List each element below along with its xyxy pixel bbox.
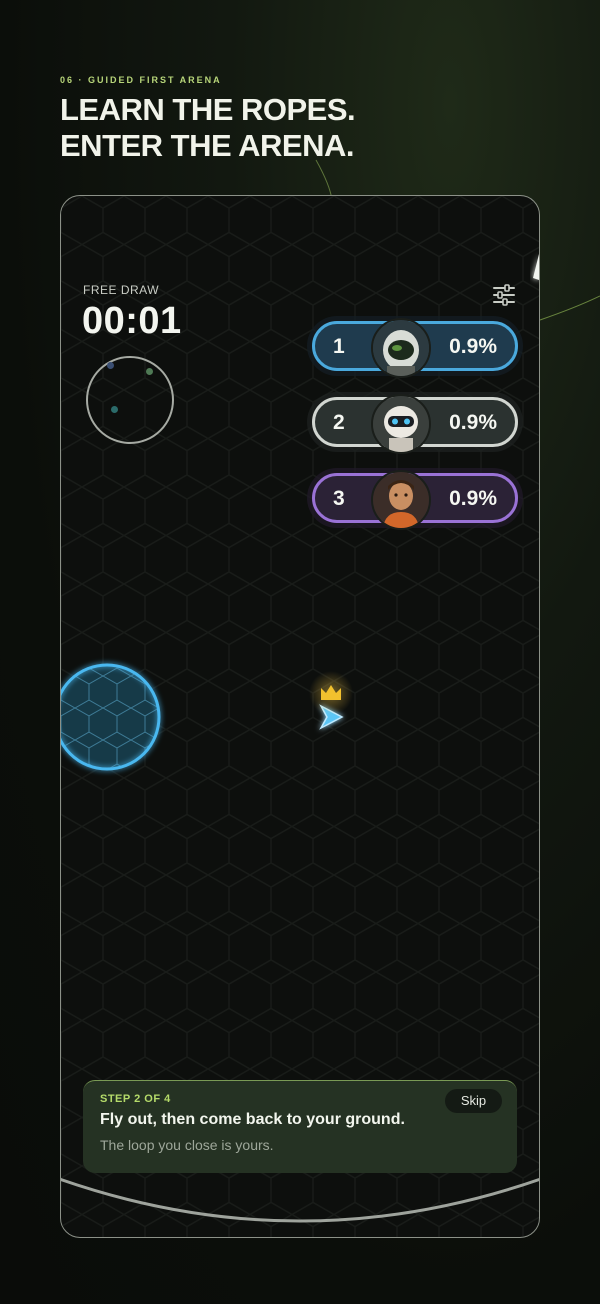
tutorial-subtitle: The loop you close is yours.: [100, 1137, 274, 1153]
headline-line-2: ENTER THE ARENA.: [60, 128, 354, 163]
tutorial-toast: STEP 2 OF 4 Fly out, then come back to y…: [83, 1080, 517, 1173]
rival-marker: [533, 254, 539, 280]
arena-boundary-arc: [61, 1177, 539, 1223]
skip-button[interactable]: Skip: [445, 1089, 502, 1113]
player-territory: [61, 663, 161, 771]
headline-line-1: LEARN THE ROPES.: [60, 92, 356, 127]
tutorial-step-label: STEP 2 OF 4: [100, 1093, 171, 1105]
tutorial-title: Fly out, then come back to your ground.: [100, 1111, 405, 1128]
phone-frame[interactable]: FREE DRAW 00:01 1 0.9% 2 0.9% 3 0.9% STE…: [60, 195, 540, 1238]
page-title: LEARN THE ROPES. ENTER THE ARENA.: [60, 92, 356, 164]
section-eyebrow: 06 · GUIDED FIRST ARENA: [60, 75, 222, 85]
